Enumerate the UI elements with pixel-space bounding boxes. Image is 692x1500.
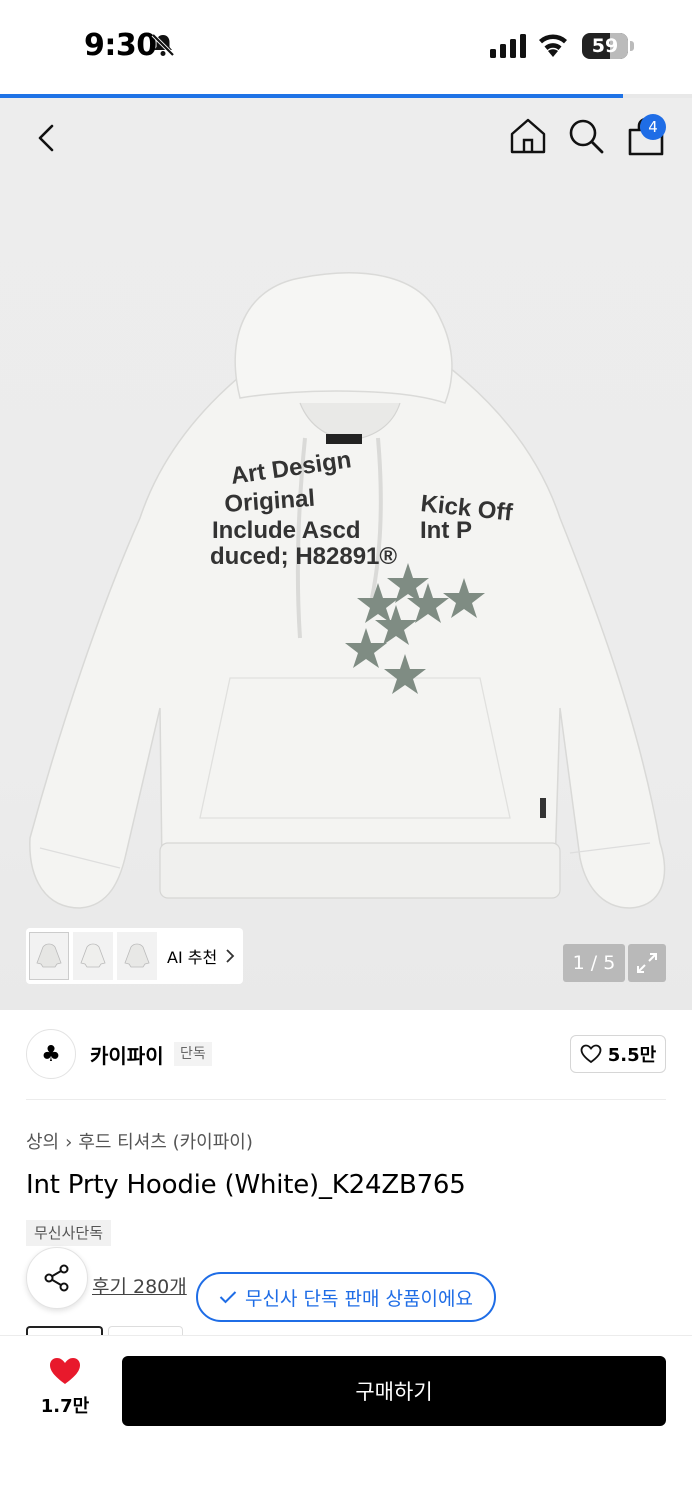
cellular-signal-icon <box>490 34 526 58</box>
product-title: Int Prty Hoodie (White)_K24ZB765 <box>26 1170 466 1200</box>
back-arrow-icon[interactable] <box>28 118 68 158</box>
share-icon <box>44 1264 69 1292</box>
hoodie-thumbnail-icon <box>36 943 62 968</box>
image-pager: 1 / 5 <box>563 944 625 982</box>
product-image-hoodie[interactable]: Art Design Original Include Ascd duced; … <box>0 258 692 918</box>
buy-button[interactable]: 구매하기 <box>122 1356 666 1426</box>
expand-button[interactable] <box>628 944 666 982</box>
expand-icon <box>637 953 657 973</box>
breadcrumb-item-category[interactable]: 상의 <box>26 1132 59 1153</box>
print-text-line-4: duced; H82891® <box>210 543 397 570</box>
brand-like-button[interactable]: 5.5만 <box>570 1035 666 1073</box>
exclusive-notice-pill: 무신사 단독 판매 상품이에요 <box>196 1272 496 1322</box>
status-time: 9:30 <box>84 28 157 63</box>
brand-exclusive-tag: 단독 <box>174 1042 212 1066</box>
battery-level: 59 <box>591 35 619 57</box>
home-icon[interactable] <box>508 116 548 156</box>
bell-muted-icon <box>151 33 175 57</box>
cart-count-badge: 4 <box>640 114 666 140</box>
wishlist-button[interactable]: 1.7만 <box>40 1356 90 1418</box>
exclusive-notice-text: 무신사 단독 판매 상품이에요 <box>245 1287 473 1310</box>
heart-outline-icon <box>580 1044 602 1064</box>
thumbnail-2[interactable] <box>73 932 113 980</box>
wifi-icon <box>539 34 567 57</box>
brand-name[interactable]: 카이파이 <box>90 1040 164 1069</box>
divider <box>26 1099 666 1100</box>
brand-logo[interactable]: ♣ <box>26 1029 76 1079</box>
musinsa-exclusive-tag: 무신사단독 <box>26 1220 112 1246</box>
search-icon[interactable] <box>566 116 606 156</box>
battery-indicator: 59 <box>582 33 634 59</box>
print-text-line-6: Int P <box>420 517 472 544</box>
status-bar: 9:30 59 <box>0 0 692 92</box>
breadcrumb: 상의 › 후드 티셔츠 (카이파이) <box>26 1128 253 1154</box>
breadcrumb-separator-icon: › <box>65 1132 73 1153</box>
thumbnail-strip[interactable]: AI 추천 <box>26 928 243 984</box>
thumbnail-1[interactable] <box>29 932 69 980</box>
reviews-link[interactable]: 후기 280개 <box>92 1272 187 1299</box>
breadcrumb-item-subcategory[interactable]: 후드 티셔츠 (카이파이) <box>78 1132 253 1153</box>
heart-filled-icon <box>50 1358 80 1384</box>
thumbnail-3[interactable] <box>117 932 157 980</box>
bottom-action-bar: 1.7만 구매하기 <box>0 1335 692 1500</box>
share-button[interactable] <box>26 1247 88 1309</box>
wishlist-count: 1.7만 <box>40 1396 90 1417</box>
brand-like-count: 5.5만 <box>607 1045 657 1066</box>
hoodie-thumbnail-icon <box>124 943 150 968</box>
hoodie-thumbnail-icon <box>80 943 106 968</box>
check-icon <box>219 1291 237 1304</box>
product-gallery[interactable]: 4 Art Design Original Include Ascd duced… <box>0 98 692 1010</box>
print-text-line-3: Include Ascd <box>212 517 360 544</box>
chevron-right-icon <box>226 949 235 963</box>
ai-recommend-label[interactable]: AI 추천 <box>167 944 217 968</box>
